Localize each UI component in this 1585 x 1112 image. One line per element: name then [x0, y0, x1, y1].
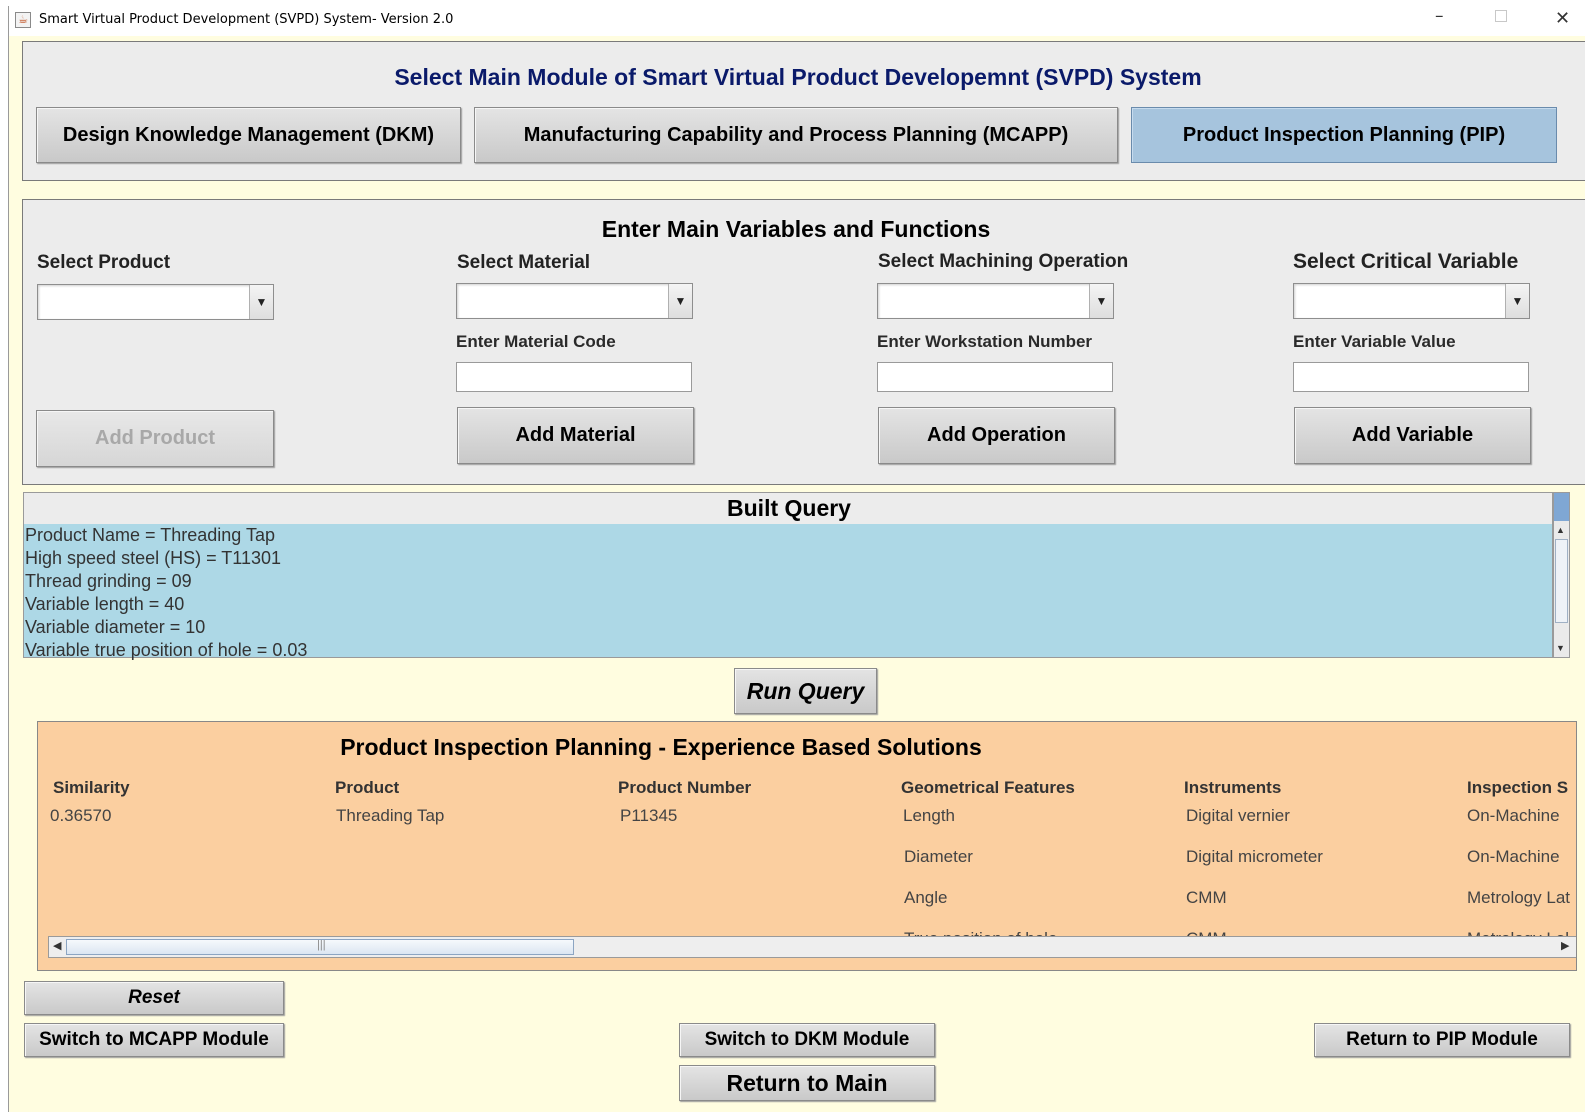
select-operation-label: Select Machining Operation	[878, 251, 1129, 272]
operation-select[interactable]: ▼	[877, 283, 1114, 319]
variable-select[interactable]: ▼	[1293, 283, 1530, 319]
window-title: Smart Virtual Product Development (SVPD)…	[39, 12, 454, 27]
query-line: Variable diameter = 10	[25, 617, 206, 637]
chevron-down-icon[interactable]: ▼	[1089, 284, 1113, 318]
close-icon[interactable]: ✕	[1555, 8, 1570, 29]
table-cell: 0.36570	[50, 806, 112, 825]
dkm-module-button[interactable]: Design Knowledge Management (DKM)	[36, 107, 461, 163]
add-material-button[interactable]: Add Material	[457, 407, 694, 464]
table-cell: On-Machine	[1467, 847, 1560, 866]
material-select[interactable]: ▼	[456, 283, 693, 319]
built-query-header: Built Query	[23, 492, 1553, 524]
scrollbar-thumb[interactable]	[1555, 539, 1568, 623]
variables-heading: Enter Main Variables and Functions	[601, 216, 991, 242]
select-variable-label: Select Critical Variable	[1293, 250, 1519, 273]
table-cell: CMM	[1186, 888, 1227, 907]
return-pip-button[interactable]: Return to PIP Module	[1314, 1023, 1570, 1057]
column-header: Product Number	[618, 778, 752, 797]
table-cell: On-Machine	[1467, 806, 1560, 825]
variable-value-input[interactable]	[1293, 362, 1529, 392]
table-cell: Digital vernier	[1186, 806, 1290, 825]
main-module-heading: Select Main Module of Smart Virtual Prod…	[394, 64, 1202, 90]
maximize-icon[interactable]	[1495, 10, 1507, 22]
java-icon: ☕	[15, 12, 31, 28]
pip-module-button[interactable]: Product Inspection Planning (PIP)	[1131, 107, 1557, 163]
column-header: Similarity	[53, 778, 130, 797]
run-query-button[interactable]: Run Query	[734, 668, 877, 714]
column-header: Geometrical Features	[901, 778, 1075, 797]
scroll-up-icon[interactable]: ▲	[1556, 525, 1565, 535]
workstation-number-label: Enter Workstation Number	[877, 332, 1093, 351]
scroll-left-icon[interactable]: ◀	[53, 939, 61, 952]
scroll-down-icon[interactable]: ▼	[1556, 643, 1565, 653]
material-code-input[interactable]	[456, 362, 692, 392]
scroll-right-icon[interactable]: ▶	[1561, 939, 1569, 952]
add-variable-button[interactable]: Add Variable	[1294, 407, 1531, 464]
mcapp-module-button[interactable]: Manufacturing Capability and Process Pla…	[474, 107, 1118, 163]
query-line: Product Name = Threading Tap	[25, 525, 275, 545]
scrollbar-thumb[interactable]: |||	[66, 939, 574, 955]
results-heading: Product Inspection Planning - Experience…	[340, 734, 982, 760]
chevron-down-icon[interactable]: ▼	[249, 285, 273, 319]
product-select[interactable]: ▼	[37, 284, 274, 320]
query-line: Thread grinding = 09	[25, 571, 192, 591]
query-line: Variable true position of hole = 0.03	[25, 640, 308, 660]
results-panel: Product Inspection Planning - Experience…	[37, 721, 1577, 971]
built-query-heading: Built Query	[727, 495, 851, 521]
variables-panel: Enter Main Variables and Functions Selec…	[22, 199, 1585, 485]
table-cell: Threading Tap	[336, 806, 445, 825]
table-cell: Angle	[904, 888, 948, 907]
add-product-button[interactable]: Add Product	[36, 410, 274, 467]
select-material-label: Select Material	[457, 252, 591, 273]
variable-value-label: Enter Variable Value	[1293, 332, 1456, 351]
select-product-label: Select Product	[37, 252, 171, 273]
table-cell: Length	[903, 806, 955, 825]
app-window: ☕ Smart Virtual Product Development (SVP…	[8, 6, 1585, 1112]
results-horizontal-scrollbar[interactable]: ◀ ||| ▶	[48, 936, 1576, 958]
workstation-number-input[interactable]	[877, 362, 1113, 392]
chevron-down-icon[interactable]: ▼	[668, 284, 692, 318]
query-line: High speed steel (HS) = T11301	[25, 548, 281, 568]
column-header: Instruments	[1184, 778, 1282, 797]
title-bar: ☕ Smart Virtual Product Development (SVP…	[9, 6, 1585, 36]
add-operation-button[interactable]: Add Operation	[878, 407, 1115, 464]
table-cell: P11345	[620, 806, 678, 825]
table-cell: Metrology Lat	[1467, 888, 1570, 907]
return-main-button[interactable]: Return to Main	[679, 1065, 935, 1101]
minimize-icon[interactable]: –	[1435, 6, 1444, 26]
material-code-label: Enter Material Code	[456, 332, 616, 351]
built-query-textarea[interactable]: Product Name = Threading Tap High speed …	[23, 524, 1553, 660]
reset-button[interactable]: Reset	[24, 981, 284, 1015]
switch-mcapp-button[interactable]: Switch to MCAPP Module	[24, 1023, 284, 1057]
query-line: Variable length = 40	[25, 594, 185, 614]
table-cell: Digital micrometer	[1186, 847, 1323, 866]
scrollbar-track-highlight	[1554, 493, 1569, 521]
column-header: Product	[335, 778, 400, 797]
table-cell: Diameter	[904, 847, 973, 866]
main-module-panel: Select Main Module of Smart Virtual Prod…	[22, 41, 1585, 181]
switch-dkm-button[interactable]: Switch to DKM Module	[679, 1023, 935, 1057]
grip-icon: |||	[317, 939, 326, 951]
column-header: Inspection S	[1467, 778, 1569, 797]
chevron-down-icon[interactable]: ▼	[1505, 284, 1529, 318]
query-scrollbar[interactable]: ▲ ▼	[1553, 492, 1570, 658]
